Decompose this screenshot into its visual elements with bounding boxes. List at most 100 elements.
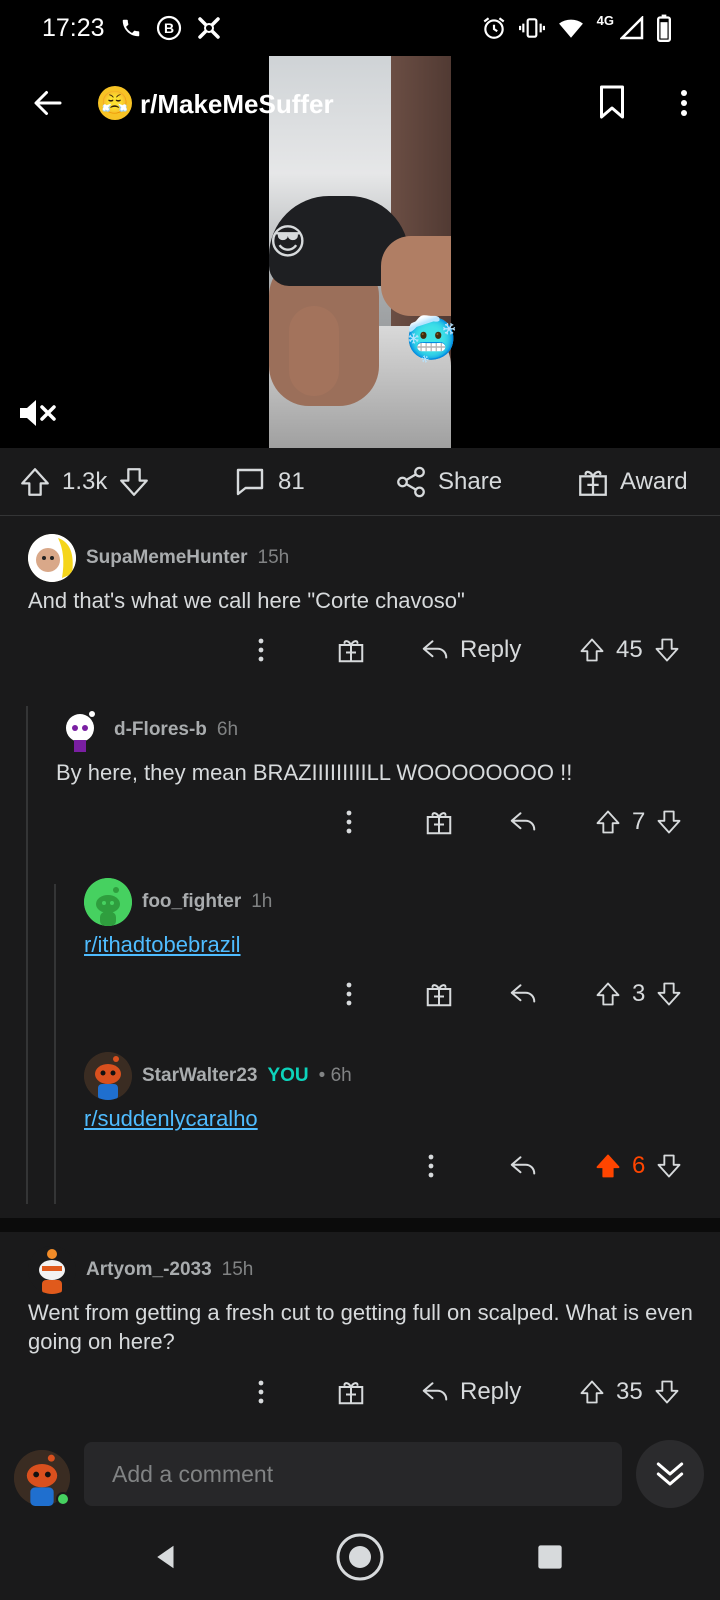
comment-reply-button[interactable] [508, 800, 538, 844]
reply-arrow-icon [510, 812, 536, 831]
gift-icon [579, 470, 607, 496]
comment-time: 6h [216, 719, 239, 740]
post-score: 1.3k [62, 468, 108, 495]
nav-recents-button[interactable] [520, 1532, 580, 1582]
downvote-icon[interactable] [653, 1378, 681, 1406]
downvote-icon[interactable] [655, 980, 683, 1008]
upvote-icon[interactable] [578, 1378, 606, 1406]
comment-actions: 3 [0, 972, 720, 1016]
comment-username[interactable]: d-Flores-b [114, 719, 207, 741]
user-avatar[interactable] [84, 878, 132, 926]
user-avatar[interactable] [28, 1246, 76, 1294]
comment-reply-button[interactable] [508, 972, 538, 1016]
comment-more-button[interactable] [258, 1370, 264, 1414]
more-vertical-icon [681, 90, 687, 116]
comment-username[interactable]: Artyom_-2033 [86, 1259, 212, 1281]
mute-button[interactable] [18, 398, 58, 428]
nav-back-button[interactable] [136, 1532, 196, 1582]
more-vertical-icon [258, 1380, 264, 1404]
comment: StarWalter23 YOU • 6h r/suddenlycaralho [84, 1052, 704, 1133]
thread-line[interactable] [26, 706, 28, 1204]
wifi-icon [558, 19, 583, 38]
reply-arrow-icon [510, 1156, 536, 1175]
comment-actions: Reply 35 [0, 1370, 720, 1414]
comment-vote-group: 6 [594, 1144, 683, 1188]
upvote-icon[interactable] [18, 465, 52, 499]
share-button[interactable]: Share [394, 448, 502, 516]
comments-button[interactable]: 81 [232, 448, 305, 516]
phone-icon [122, 19, 140, 37]
avatar-image-icon [28, 1246, 76, 1294]
comment-score: 7 [632, 808, 646, 835]
comment-composer-bar [0, 1432, 720, 1512]
comment-count: 81 [278, 468, 305, 495]
comment-more-button[interactable] [258, 628, 264, 672]
b-badge-icon: B [156, 15, 182, 41]
comment-reply-button[interactable]: Reply [420, 1370, 521, 1414]
more-vertical-icon [258, 638, 264, 662]
comment-bubble-icon [236, 468, 264, 496]
comment-award-button[interactable] [424, 800, 454, 844]
upvote-icon[interactable] [594, 980, 622, 1008]
reply-label: Reply [460, 636, 522, 663]
gift-icon [338, 1382, 364, 1405]
comment-award-button[interactable] [336, 1370, 366, 1414]
user-avatar[interactable] [84, 1052, 132, 1100]
user-avatar[interactable] [28, 534, 76, 582]
online-indicator [56, 1492, 70, 1506]
downvote-icon[interactable] [655, 1152, 683, 1180]
comment-username[interactable]: StarWalter23 [142, 1065, 257, 1087]
comment: d-Flores-b 6h By here, they mean BRAZIII… [56, 706, 706, 787]
comment-score: 45 [616, 636, 643, 663]
downvote-icon[interactable] [653, 636, 681, 664]
save-post-button[interactable] [597, 84, 631, 122]
comment-more-button[interactable] [346, 800, 352, 844]
back-button[interactable] [28, 80, 68, 126]
comment-actions: 7 [0, 800, 720, 844]
comment-body: By here, they mean BRAZIIIIIIIIILL WOOOO… [56, 760, 573, 785]
system-nav-bar [0, 1512, 720, 1600]
award-button[interactable]: Award [576, 448, 688, 516]
user-avatar[interactable] [56, 706, 104, 754]
subreddit-avatar[interactable]: 😤 [98, 86, 132, 120]
post-vote-group: 1.3k [18, 448, 151, 516]
cold-face-emoji: 🥶 [405, 315, 458, 362]
downvote-icon[interactable] [655, 808, 683, 836]
upvote-filled-icon[interactable] [594, 1152, 622, 1180]
comment-time: 1h [251, 891, 273, 912]
more-options-button[interactable] [668, 84, 700, 122]
battery-icon [657, 14, 671, 42]
bookmark-icon [600, 85, 624, 119]
jump-next-button[interactable] [636, 1440, 704, 1508]
subreddit-link[interactable]: r/suddenlycaralho [84, 1106, 258, 1131]
comment-more-button[interactable] [428, 1144, 434, 1188]
thread-separator [0, 1218, 720, 1232]
comment: SupaMemeHunter 15h And that's what we ca… [28, 534, 708, 615]
comment-time: • 6h [318, 1065, 352, 1086]
comment-reply-button[interactable] [508, 1144, 538, 1188]
subreddit-link[interactable]: r/ithadtobebrazil [84, 932, 241, 957]
avatar-image-icon [84, 878, 132, 926]
triangle-back-icon [157, 1545, 174, 1569]
post-action-bar: 1.3k 81 Share Award [0, 448, 720, 516]
comment-score: 3 [632, 980, 646, 1007]
comment-username[interactable]: foo_fighter [142, 891, 241, 913]
comment-username[interactable]: SupaMemeHunter [86, 547, 248, 569]
downvote-icon[interactable] [117, 465, 151, 499]
comment-vote-group: 7 [594, 800, 683, 844]
comment-award-button[interactable] [336, 628, 366, 672]
network-type: 4G [596, 12, 614, 28]
upvote-icon[interactable] [594, 808, 622, 836]
comment-award-button[interactable] [424, 972, 454, 1016]
comment: foo_fighter 1h r/ithadtobebrazil [84, 878, 704, 959]
reply-label: Reply [460, 1378, 522, 1405]
nav-home-button[interactable] [330, 1532, 390, 1582]
subreddit-name[interactable]: r/MakeMeSuffer [140, 89, 334, 120]
comment-reply-button[interactable]: Reply [420, 628, 521, 672]
upvote-icon[interactable] [578, 636, 606, 664]
comment-more-button[interactable] [346, 972, 352, 1016]
add-comment-input[interactable] [84, 1442, 622, 1506]
comment: Artyom_-2033 15h Went from getting a fre… [28, 1246, 708, 1356]
comment-body: Went from getting a fresh cut to getting… [28, 1300, 693, 1354]
avatar-image-icon [66, 711, 95, 752]
